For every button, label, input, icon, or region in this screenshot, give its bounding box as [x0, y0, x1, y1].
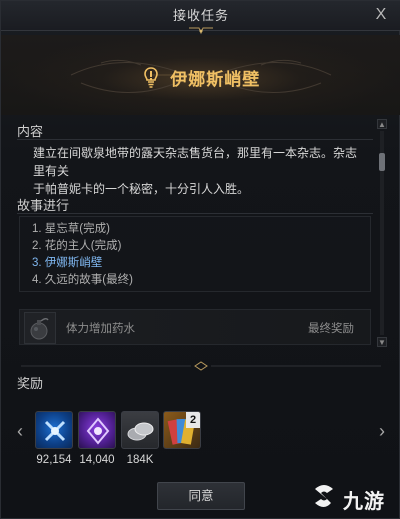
final-reward-row[interactable]: 体力增加药水 最终奖励: [19, 309, 371, 345]
content-scrollbar[interactable]: ▲ ▼: [377, 119, 387, 347]
divider-ornament-icon: [21, 361, 381, 371]
story-item: 4. 久远的故事(最终): [32, 274, 133, 286]
content-section-label: 内容: [17, 124, 44, 139]
scroll-thumb[interactable]: [379, 153, 385, 171]
potion-bomb-icon: [30, 318, 49, 340]
story-item: 2. 花的主人(完成): [32, 240, 122, 252]
final-reward-label: 最终奖励: [308, 323, 354, 335]
reward-slot-2[interactable]: [78, 411, 116, 449]
description-line-2: 于帕普妮卡的一个秘密，十分引人入胜。: [33, 182, 250, 196]
watermark-text: 九游: [343, 491, 385, 513]
quest-banner: 伊娜斯峭壁: [1, 35, 400, 115]
quest-title: 伊娜斯峭壁: [170, 70, 261, 89]
quest-accept-window: 接收任务 X 伊娜斯峭壁 内容 建立在间歇泉地带的露天杂志售货台，那里有一本杂志…: [0, 0, 400, 519]
rewards-prev-arrow-icon[interactable]: ‹: [13, 421, 27, 441]
watermark: 九游: [307, 479, 399, 513]
story-item-current: 3. 伊娜斯峭壁: [32, 257, 103, 269]
accept-button[interactable]: 同意: [157, 482, 245, 510]
scroll-down-arrow-icon[interactable]: ▼: [377, 337, 387, 347]
reward-stack-badge: 2: [186, 412, 200, 428]
reward-count-3: 184K: [126, 454, 154, 466]
description-line-1: 建立在间歇泉地带的露天杂志售货台，那里有一本杂志。杂志里有关: [33, 146, 358, 178]
watermark-logo-icon: [315, 485, 333, 507]
content-divider: [17, 139, 373, 140]
story-progress-list: 1. 星忘草(完成) 2. 花的主人(完成) 3. 伊娜斯峭壁 4. 久远的故事…: [19, 216, 371, 292]
rewards-next-arrow-icon[interactable]: ›: [375, 421, 389, 441]
reward-slot-4[interactable]: 2: [163, 411, 201, 449]
reward-slot-3[interactable]: [121, 411, 159, 449]
final-reward-item-name: 体力增加药水: [66, 323, 135, 335]
silver-coins-icon: [127, 422, 154, 441]
quest-description: 建立在间歇泉地带的露天杂志售货台，那里有一本杂志。杂志里有关 于帕普妮卡的一个秘…: [19, 142, 371, 196]
story-divider: [17, 213, 373, 214]
story-section-label: 故事进行: [17, 198, 70, 213]
reward-slot-1[interactable]: [35, 411, 73, 449]
purple-emblem-icon: [86, 417, 110, 445]
scroll-up-arrow-icon[interactable]: ▲: [377, 119, 387, 129]
title-ornament-icon: [189, 27, 213, 35]
quest-heading: 伊娜斯峭壁: [1, 65, 400, 93]
window-title: 接收任务: [172, 8, 229, 23]
final-reward-item-slot[interactable]: [24, 312, 56, 344]
blue-crossed-swords-icon: [44, 420, 66, 442]
story-item: 1. 星忘草(完成): [32, 223, 110, 235]
rewards-section-label: 奖励: [17, 376, 44, 391]
quest-exclamation-icon: [143, 66, 158, 88]
close-button[interactable]: X: [371, 5, 391, 25]
